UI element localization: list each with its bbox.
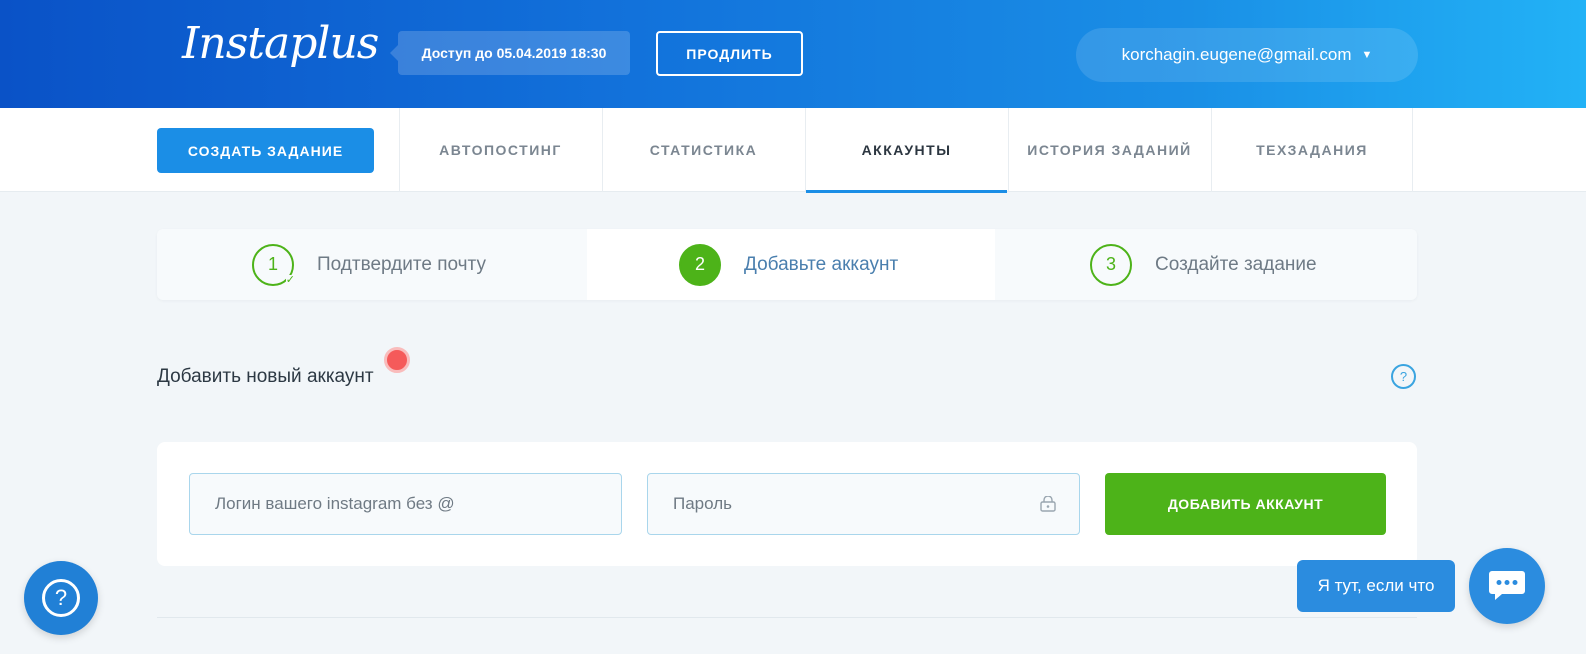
tab-autoposting[interactable]: АВТОПОСТИНГ <box>399 108 601 192</box>
password-input[interactable]: Пароль <box>647 473 1080 535</box>
renew-button[interactable]: ПРОДЛИТЬ <box>656 31 803 76</box>
password-placeholder: Пароль <box>673 494 732 513</box>
tab-tech-tasks[interactable]: ТЕХЗАДАНИЯ <box>1211 108 1413 192</box>
step-number-circle: 3 <box>1090 243 1132 286</box>
onboarding-steps: 1 ✓ Подтвердите почту 2 Добавьте аккаунт… <box>157 229 1417 300</box>
user-email: korchagin.eugene@gmail.com <box>1121 45 1352 64</box>
section-title: Добавить новый аккаунт <box>157 366 374 387</box>
step-create-task: 3 Создайте задание <box>1090 229 1317 300</box>
step-label: Подтвердите почту <box>317 253 486 275</box>
chevron-down-icon: ▼ <box>1361 49 1373 61</box>
step-number-circle: 1 ✓ <box>252 243 295 286</box>
access-expiry-badge: Доступ до 05.04.2019 18:30 <box>390 31 630 75</box>
notification-dot <box>384 347 410 373</box>
step-add-account: 2 Добавьте аккаунт <box>679 229 898 300</box>
tab-task-history[interactable]: ИСТОРИЯ ЗАДАНИЙ <box>1008 108 1210 192</box>
help-fab-button[interactable]: ? <box>24 561 98 635</box>
login-input[interactable]: Логин вашего instagram без @ <box>189 473 622 535</box>
main-nav: СОЗДАТЬ ЗАДАНИЕ АВТОПОСТИНГ СТАТИСТИКА А… <box>0 108 1586 193</box>
add-account-form: Логин вашего instagram без @ Пароль ДОБА… <box>157 442 1417 566</box>
divider <box>157 617 1417 618</box>
add-account-button[interactable]: ДОБАВИТЬ АККАУНТ <box>1105 473 1386 535</box>
lock-icon <box>1040 496 1056 512</box>
chat-button[interactable] <box>1469 548 1545 624</box>
tab-accounts[interactable]: АККАУНТЫ <box>805 108 1007 193</box>
user-menu[interactable]: korchagin.eugene@gmail.com ▼ <box>1076 28 1418 82</box>
top-header: Instaplus Доступ до 05.04.2019 18:30 ПРО… <box>0 0 1586 108</box>
step-number-circle: 2 <box>679 243 721 286</box>
step-confirm-email: 1 ✓ Подтвердите почту <box>252 229 486 300</box>
step-label: Создайте задание <box>1155 253 1317 275</box>
step-label: Добавьте аккаунт <box>744 253 899 275</box>
create-task-button[interactable]: СОЗДАТЬ ЗАДАНИЕ <box>157 128 374 173</box>
check-icon: ✓ <box>285 273 295 286</box>
logo[interactable]: Instaplus <box>182 18 379 69</box>
chat-prompt-bubble[interactable]: Я тут, если что <box>1297 560 1455 612</box>
tab-statistics[interactable]: СТАТИСТИКА <box>602 108 804 192</box>
chat-icon <box>1489 571 1525 600</box>
question-icon: ? <box>42 579 80 617</box>
help-icon[interactable]: ? <box>1391 364 1416 389</box>
